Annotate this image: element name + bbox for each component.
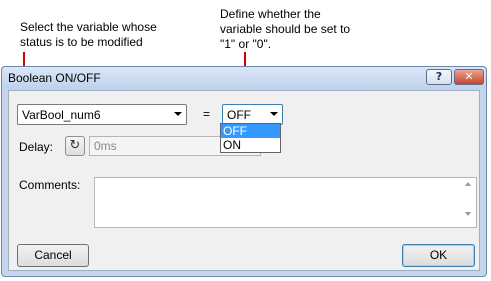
- value-select-value: OFF: [227, 108, 251, 122]
- dropdown-option-off[interactable]: OFF: [221, 124, 280, 138]
- annotation-variable: Select the variable whose status is to b…: [20, 20, 157, 49]
- help-button[interactable]: ?: [426, 69, 452, 85]
- boolean-dialog: Boolean ON/OFF ? ✕ VarBool_num6 = OFF De…: [1, 66, 487, 277]
- variable-select-value: VarBool_num6: [22, 108, 101, 122]
- value-select[interactable]: OFF: [222, 104, 283, 125]
- scroll-down-icon[interactable]: [465, 212, 471, 216]
- value-dropdown-list: OFF ON: [220, 123, 281, 153]
- variable-select[interactable]: VarBool_num6: [17, 104, 187, 125]
- refresh-icon[interactable]: ↻: [65, 136, 85, 156]
- dropdown-option-on[interactable]: ON: [221, 138, 280, 152]
- chevron-down-icon: [174, 112, 182, 116]
- delay-label: Delay:: [19, 140, 54, 154]
- comments-textarea[interactable]: [94, 177, 477, 228]
- cancel-button[interactable]: Cancel: [17, 244, 89, 267]
- annotation-value: Define whether the variable should be se…: [220, 7, 351, 51]
- scroll-up-icon[interactable]: [465, 182, 471, 186]
- comments-label: Comments:: [19, 178, 81, 192]
- dialog-client: VarBool_num6 = OFF Delay: ↻ 0ms Comments…: [8, 90, 480, 271]
- equals-sign: =: [203, 107, 211, 121]
- chevron-down-icon: [270, 112, 278, 116]
- close-button[interactable]: ✕: [454, 69, 484, 85]
- ok-button[interactable]: OK: [402, 244, 475, 267]
- dialog-titlebar[interactable]: Boolean ON/OFF ? ✕: [2, 67, 486, 89]
- dialog-title: Boolean ON/OFF: [8, 71, 101, 85]
